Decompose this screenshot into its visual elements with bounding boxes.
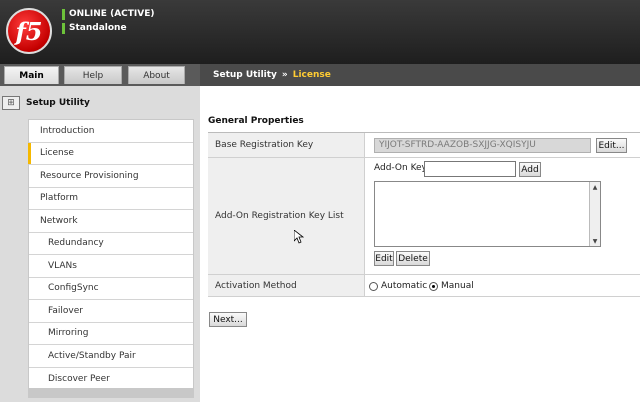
tab-main[interactable]: Main	[4, 66, 59, 84]
activation-manual-option[interactable]: Manual	[429, 281, 474, 291]
list-scrollbar[interactable]: ▲ ▼	[589, 182, 600, 246]
radio-manual-label: Manual	[441, 281, 474, 291]
edit-addon-button[interactable]: Edit	[374, 251, 394, 266]
breadcrumb-page: License	[292, 70, 331, 80]
scroll-up-icon[interactable]: ▲	[590, 182, 600, 192]
base-key-field: YIJOT-SFTRD-AAZOB-SXJJG-XQISYJU	[374, 138, 591, 153]
sidebar-nav: Introduction License Resource Provisioni…	[28, 119, 194, 391]
sidebar-item-label: ConfigSync	[48, 283, 99, 294]
addon-key-label: Add-On Key	[374, 163, 427, 173]
sidebar-item-label: VLANs	[48, 260, 77, 271]
sidebar-item-label: Network	[40, 215, 78, 226]
mode-line: Standalone	[62, 22, 127, 34]
license-form: Base Registration Key YIJOT-SFTRD-AAZOB-…	[208, 132, 640, 297]
sidebar-item-label: Discover Peer	[48, 373, 110, 384]
sidebar-item-failover[interactable]: Failover	[29, 300, 193, 323]
sidebar-item-license[interactable]: License	[28, 142, 193, 165]
status-indicator-icon	[62, 8, 65, 20]
sidebar-item-resource-provisioning[interactable]: Resource Provisioning	[29, 165, 193, 188]
mode-indicator-icon	[62, 22, 65, 34]
header-bar: f5 ONLINE (ACTIVE) Standalone	[0, 0, 640, 64]
sidebar-item-label: Failover	[48, 305, 83, 316]
base-key-cell: YIJOT-SFTRD-AAZOB-SXJJG-XQISYJU Edit...	[365, 133, 640, 157]
status-text: ONLINE (ACTIVE)	[69, 9, 155, 19]
sidebar-item-label: Active/Standby Pair	[48, 350, 136, 361]
sidebar-item-label: Redundancy	[48, 238, 104, 249]
sidebar-item-introduction[interactable]: Introduction	[29, 120, 193, 143]
sidebar-item-label: Introduction	[40, 125, 95, 136]
status-line: ONLINE (ACTIVE)	[62, 8, 154, 20]
tab-help[interactable]: Help	[64, 66, 122, 84]
setup-utility-icon: ⊞	[2, 96, 20, 110]
sidebar-item-label: License	[40, 148, 74, 159]
addon-list-label: Add-On Registration Key List	[208, 158, 365, 274]
sidebar-item-redundancy[interactable]: Redundancy	[29, 233, 193, 255]
activation-automatic-option[interactable]: Automatic	[369, 281, 427, 291]
sidebar-item-configsync[interactable]: ConfigSync	[29, 278, 193, 300]
sidebar-item-vlans[interactable]: VLANs	[29, 255, 193, 278]
mouse-pointer-icon	[294, 230, 304, 244]
mode-text: Standalone	[69, 23, 127, 33]
tab-about[interactable]: About	[128, 66, 185, 84]
f5-logo: f5	[6, 8, 52, 54]
base-key-label: Base Registration Key	[208, 133, 365, 157]
sidebar-item-label: Resource Provisioning	[40, 170, 139, 181]
sidebar-item-label: Mirroring	[48, 328, 89, 339]
activation-label: Activation Method	[208, 275, 365, 296]
tab-main-label: Main	[19, 70, 44, 81]
sidebar-item-network[interactable]: Network	[29, 210, 193, 233]
addon-key-input[interactable]	[424, 161, 516, 177]
sidebar-item-label: Platform	[40, 193, 78, 204]
sidebar-item-discover-peer[interactable]: Discover Peer	[29, 368, 193, 391]
breadcrumb: Setup Utility » License	[200, 64, 640, 86]
section-title: General Properties	[208, 116, 304, 126]
activation-row: Activation Method Automatic Manual	[208, 275, 640, 297]
activation-cell: Automatic Manual	[365, 275, 640, 296]
addon-keys-row: Add-On Registration Key List Add-On Key …	[208, 158, 640, 275]
breadcrumb-separator: »	[281, 70, 288, 80]
sidebar-item-platform[interactable]: Platform	[29, 188, 193, 210]
tab-about-label: About	[143, 70, 170, 81]
logo-text: f5	[15, 17, 43, 46]
sidebar-title: ⊞ Setup Utility	[2, 94, 90, 112]
sidebar-item-active-standby-pair[interactable]: Active/Standby Pair	[29, 345, 193, 368]
breadcrumb-section[interactable]: Setup Utility	[213, 70, 277, 80]
addon-key-list[interactable]: ▲ ▼	[374, 181, 601, 247]
sidebar-item-mirroring[interactable]: Mirroring	[29, 323, 193, 345]
add-key-button[interactable]: Add	[519, 162, 541, 177]
base-key-row: Base Registration Key YIJOT-SFTRD-AAZOB-…	[208, 133, 640, 158]
tab-help-label: Help	[82, 70, 104, 81]
sidebar-title-label: Setup Utility	[26, 98, 90, 108]
radio-manual[interactable]	[429, 281, 438, 291]
scroll-down-icon[interactable]: ▼	[590, 236, 600, 246]
edit-base-key-button[interactable]: Edit...	[596, 138, 627, 153]
delete-addon-button[interactable]: Delete	[396, 251, 430, 266]
next-button[interactable]: Next...	[209, 312, 247, 327]
radio-automatic-label: Automatic	[381, 281, 428, 291]
radio-automatic[interactable]	[369, 281, 378, 291]
sidebar-footer	[28, 388, 194, 398]
addon-keys-cell: Add-On Key Add ▲ ▼ Edit Delete	[365, 158, 640, 274]
